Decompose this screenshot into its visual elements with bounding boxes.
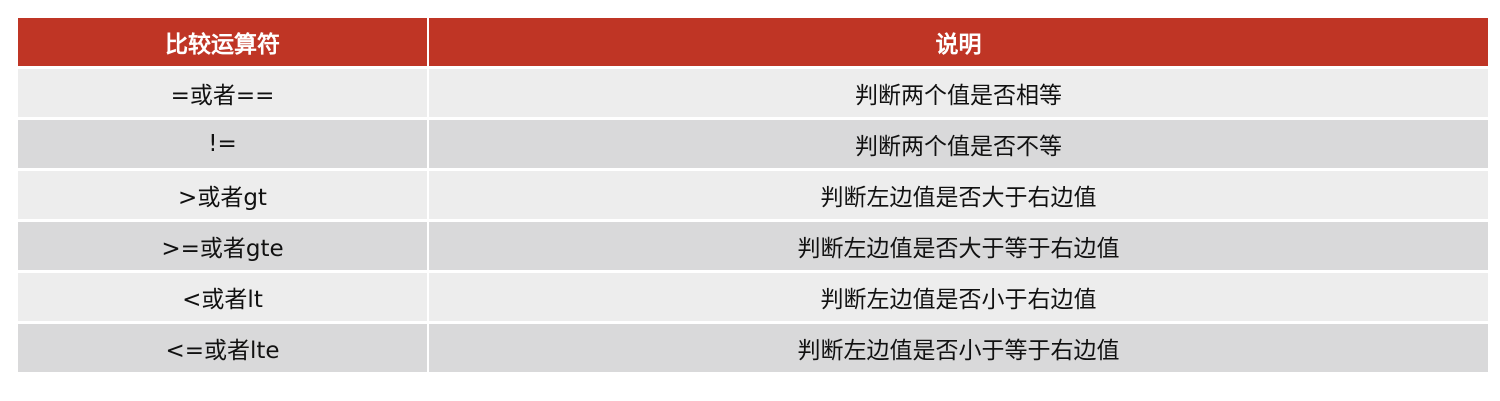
header-operator: 比较运算符 [18, 18, 429, 69]
table-row: != 判断两个值是否不等 [18, 118, 1488, 171]
description-cell: 判断两个值是否不等 [428, 118, 1488, 171]
table-header-row: 比较运算符 说明 [18, 18, 1488, 69]
table-row: <=或者lte 判断左边值是否小于等于右边值 [18, 322, 1488, 375]
operator-cell: >或者gt [18, 169, 429, 222]
table-row: <或者lt 判断左边值是否小于右边值 [18, 271, 1488, 324]
description-cell: 判断两个值是否相等 [428, 67, 1488, 120]
table-row: >或者gt 判断左边值是否大于右边值 [18, 169, 1488, 222]
table-row: =或者== 判断两个值是否相等 [18, 67, 1488, 120]
header-description: 说明 [428, 18, 1488, 69]
operator-cell: <=或者lte [18, 322, 429, 375]
operator-cell: =或者== [18, 67, 429, 120]
description-cell: 判断左边值是否大于等于右边值 [428, 220, 1488, 273]
comparison-operators-table: 比较运算符 说明 =或者== 判断两个值是否相等 != 判断两个值是否不等 >或… [18, 18, 1488, 375]
description-cell: 判断左边值是否大于右边值 [428, 169, 1488, 222]
comparison-operators-table-container: 比较运算符 说明 =或者== 判断两个值是否相等 != 判断两个值是否不等 >或… [18, 18, 1488, 375]
table-row: >=或者gte 判断左边值是否大于等于右边值 [18, 220, 1488, 273]
operator-cell: <或者lt [18, 271, 429, 324]
description-cell: 判断左边值是否小于右边值 [428, 271, 1488, 324]
description-cell: 判断左边值是否小于等于右边值 [428, 322, 1488, 375]
operator-cell: != [18, 118, 429, 171]
operator-cell: >=或者gte [18, 220, 429, 273]
